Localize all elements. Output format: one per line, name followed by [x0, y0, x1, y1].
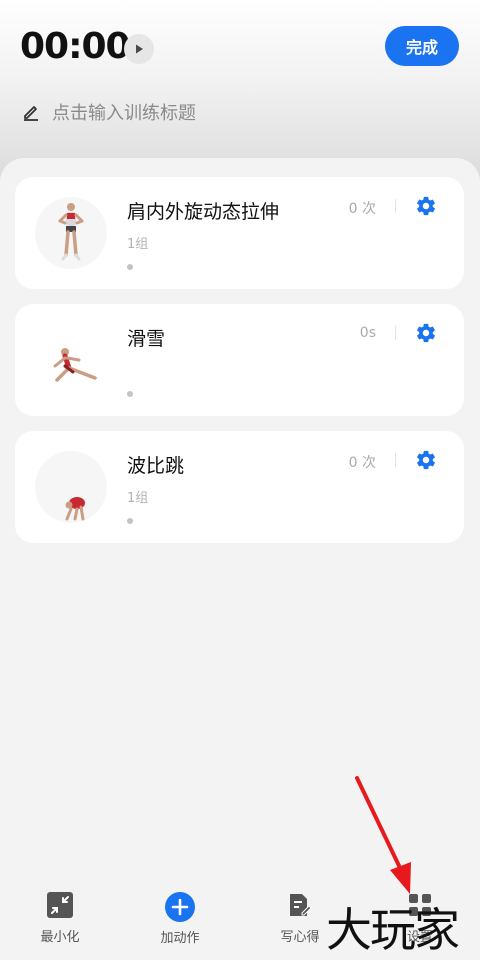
annotation-arrow-icon	[355, 776, 411, 894]
watermark-text: 大玩家	[326, 903, 460, 957]
